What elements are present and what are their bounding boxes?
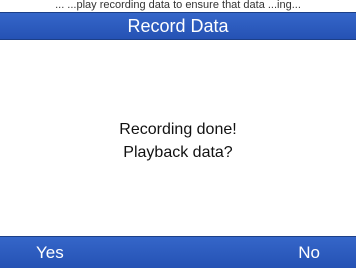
screen-title: Record Data [127,16,229,36]
device-screen: ... ...play recording data to ensure tha… [0,0,356,268]
cropped-caption-text: ... ...play recording data to ensure tha… [0,0,356,12]
title-bar: Record Data [0,12,356,40]
dialog-content: Recording done! Playback data? [0,40,356,236]
no-softkey[interactable]: No [298,242,320,264]
dialog-message: Recording done! Playback data? [0,118,356,164]
message-line-1: Recording done! [119,121,237,138]
yes-softkey[interactable]: Yes [36,242,64,264]
message-line-2: Playback data? [123,144,233,161]
softkey-bar: Yes No [0,236,356,268]
